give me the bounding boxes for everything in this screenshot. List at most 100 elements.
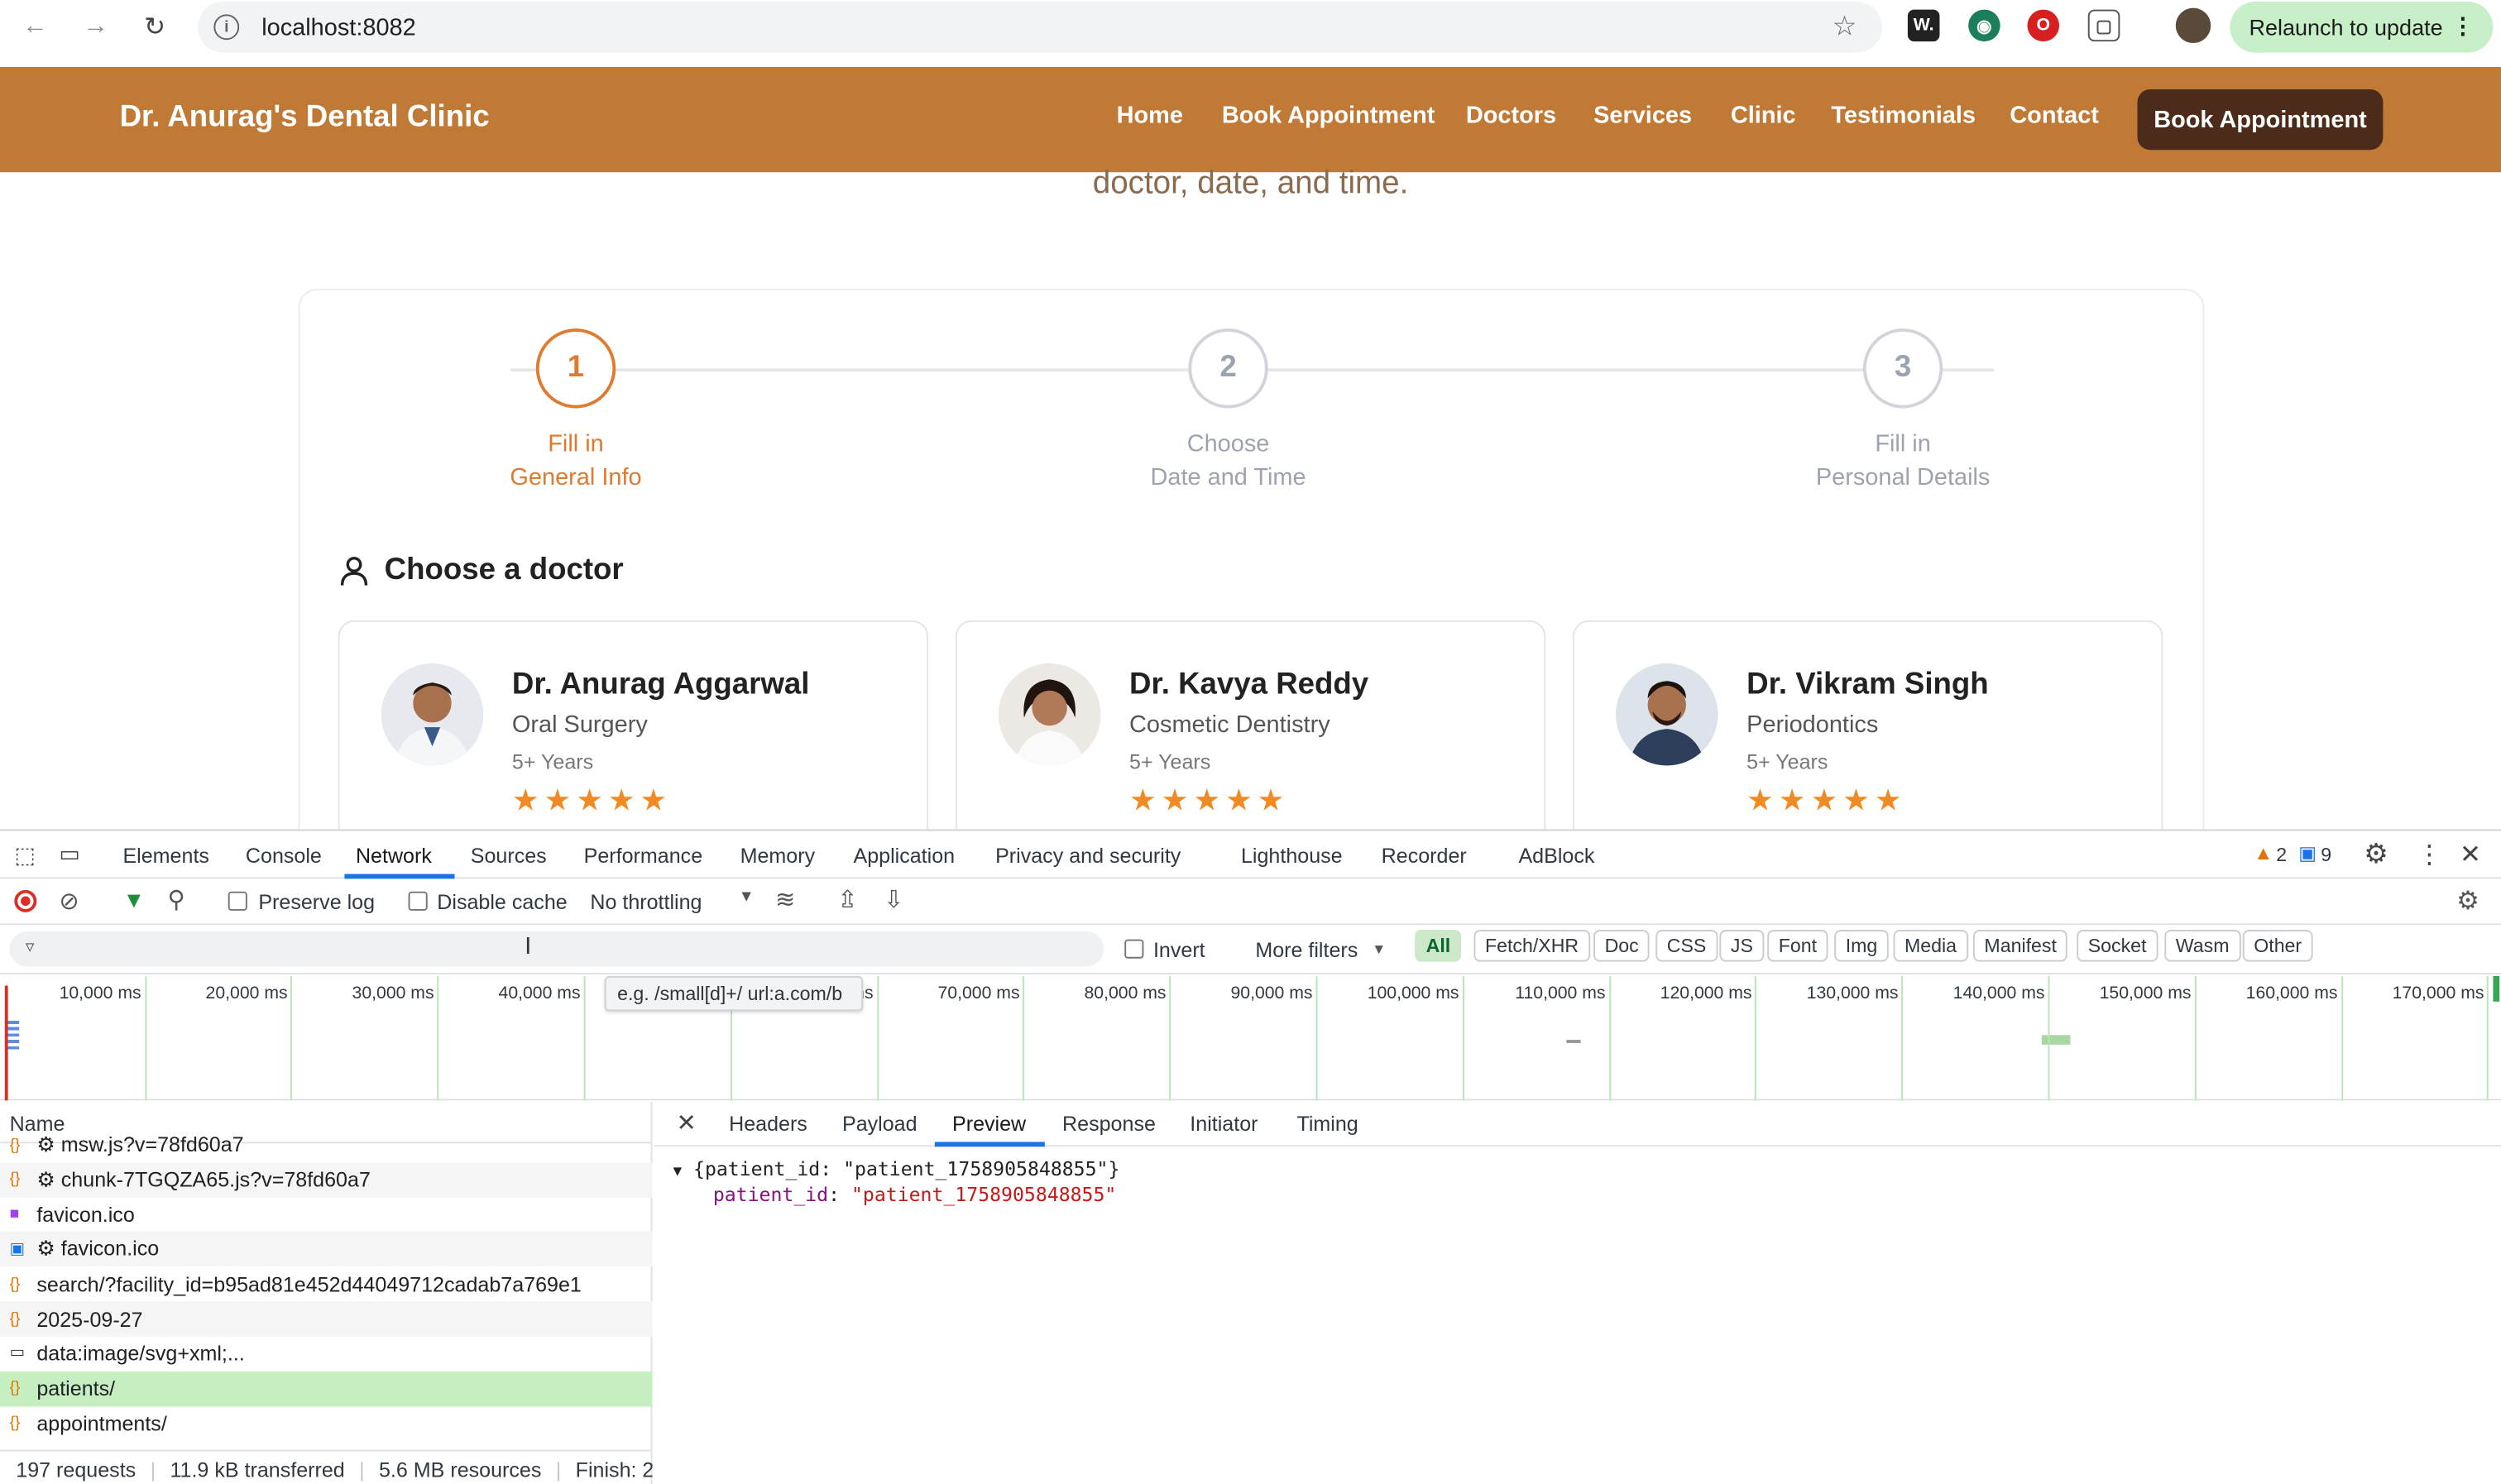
more-options-icon[interactable]: ⋮ [2417,839,2442,871]
back-icon[interactable]: ← [16,8,54,46]
filter-media[interactable]: Media [1893,930,1968,962]
nav-doctors[interactable]: Doctors [1466,102,1556,129]
request-row[interactable]: ▭ data:image/svg+xml;... [0,1336,653,1371]
filter-font[interactable]: Font [1767,930,1828,962]
filter-js[interactable]: JS [1719,930,1765,962]
tab-memory[interactable]: Memory [740,844,816,868]
close-icon[interactable]: ✕ [2460,839,2481,871]
step-1-circle: 1 [535,328,616,409]
clear-icon[interactable]: ⊘ [59,887,79,916]
relaunch-button[interactable]: Relaunch to update ⋮ [2230,1,2494,53]
tab-recorder[interactable]: Recorder [1382,844,1467,868]
record-icon[interactable] [14,889,37,912]
settings-gear-icon[interactable]: ⚙ [2364,839,2388,871]
tab-sources[interactable]: Sources [471,844,547,868]
tab-performance[interactable]: Performance [584,844,702,868]
request-row[interactable]: ▣ ⚙ favicon.ico [0,1232,653,1267]
finish-time: Finish: 2. [575,1457,653,1482]
warning-icon[interactable]: ▲ [2254,842,2273,864]
request-row[interactable]: {} ⚙ chunk-7TGQZA65.js?v=78fd60a7 [0,1162,653,1198]
json-object-summary[interactable]: ▼ {patient_id: "patient_1758905848855"} [673,1158,1120,1180]
site-brand[interactable]: Dr. Anurag's Dental Clinic [120,100,490,135]
expand-triangle-icon: ▼ [673,1164,683,1180]
filter-img[interactable]: Img [1834,930,1889,962]
network-overview-timeline[interactable]: 10,000 ms20,000 ms30,000 ms40,000 ms50,0… [0,975,2501,1101]
forward-icon[interactable]: → [77,8,115,46]
filter-tooltip: e.g. /small[d]+/ url:a.com/b [604,975,864,1012]
extensions-puzzle-icon[interactable]: ▢ [2087,9,2120,42]
request-row[interactable]: {} search/?facility_id=b95ad81e452d440497… [0,1266,653,1301]
network-conditions-icon[interactable]: ≋ [775,885,795,914]
extension-wordpress-icon[interactable]: ◉ [1968,9,2000,42]
disable-cache-checkbox[interactable] [408,891,428,911]
nav-home[interactable]: Home [1117,102,1183,129]
tab-application[interactable]: Application [853,844,955,868]
filter-all[interactable]: All [1415,930,1462,962]
address-bar[interactable]: i localhost:8082 ☆ [198,1,1883,53]
timeline-gridline [1169,975,1171,1101]
filter-input[interactable]: ▿ I [9,931,1104,967]
tab-privacy-security[interactable]: Privacy and security [995,844,1181,868]
filter-fetch-xhr[interactable]: Fetch/XHR [1473,930,1590,962]
bookmark-star-icon[interactable]: ☆ [1833,11,1857,43]
timeline-gridline [2048,975,2050,1101]
doctor-card[interactable]: Dr. Kavya Reddy Cosmetic Dentistry 5+ Ye… [955,620,1546,860]
choose-doctor-heading: Choose a doctor [340,553,624,588]
request-row[interactable]: {} ⚙ msw.js?v=78fd60a7 [0,1127,653,1162]
tab-console[interactable]: Console [246,844,322,868]
extension-w-icon[interactable]: W. [1907,9,1940,42]
nav-clinic[interactable]: Clinic [1731,102,1796,129]
message-icon[interactable]: ▣ [2298,842,2317,864]
request-row[interactable]: ■ favicon.ico [0,1197,653,1232]
filter-wasm[interactable]: Wasm [2164,930,2240,962]
filter-css[interactable]: CSS [1655,930,1718,962]
tab-adblock[interactable]: AdBlock [1518,844,1594,868]
filter-doc[interactable]: Doc [1593,930,1651,962]
star-icon: ★ [1874,784,1902,819]
star-icon: ★ [640,784,668,819]
import-har-icon[interactable]: ⇫ [837,885,857,914]
tab-initiator[interactable]: Initiator [1190,1112,1258,1136]
network-settings-icon[interactable]: ⚙ [2456,885,2479,917]
nav-book-appointment[interactable]: Book Appointment [1222,102,1435,129]
doctor-card[interactable]: Dr. Anurag Aggarwal Oral Surgery 5+ Year… [338,620,929,860]
tab-preview[interactable]: Preview [952,1112,1026,1136]
filter-manifest[interactable]: Manifest [1972,930,2068,962]
timeline-tick-label: 120,000 ms [1660,984,1752,1003]
request-row[interactable]: {} appointments/ [0,1405,653,1440]
tab-elements[interactable]: Elements [122,844,209,868]
doctor-card[interactable]: Dr. Vikram Singh Periodontics 5+ Years ★… [1573,620,2163,860]
request-row[interactable]: {} 2025-09-27 [0,1301,653,1337]
nav-contact[interactable]: Contact [2010,102,2099,129]
json-property[interactable]: patient_id: "patient_1758905848855" [713,1184,1117,1206]
nav-testimonials[interactable]: Testimonials [1831,102,1976,129]
timeline-handle[interactable] [2493,975,2500,1002]
search-icon[interactable]: ⚲ [167,885,184,914]
tab-timing[interactable]: Timing [1296,1112,1358,1136]
site-info-icon[interactable]: i [213,14,240,41]
book-appointment-button[interactable]: Book Appointment [2137,89,2384,151]
active-tab-indicator [344,874,455,879]
filter-socket[interactable]: Socket [2077,930,2158,962]
export-har-icon[interactable]: ⇩ [884,885,903,914]
tab-lighthouse[interactable]: Lighthouse [1241,844,1343,868]
nav-services[interactable]: Services [1593,102,1692,129]
filter-other[interactable]: Other [2242,930,2313,962]
filter-icon[interactable]: ▼ [122,887,145,912]
tab-network[interactable]: Network [356,844,432,868]
tab-payload[interactable]: Payload [842,1112,918,1136]
tab-response[interactable]: Response [1062,1112,1156,1136]
invert-checkbox[interactable] [1124,939,1144,959]
request-row[interactable]: {} patients/ [0,1371,653,1406]
tab-headers[interactable]: Headers [729,1112,807,1136]
throttling-select[interactable]: No throttling [590,890,702,914]
reload-icon[interactable]: ↻ [136,8,174,46]
close-detail-icon[interactable]: ✕ [676,1108,696,1137]
more-filters-dropdown[interactable]: More filters [1255,938,1358,962]
extension-opera-icon[interactable]: O [2027,9,2060,42]
disable-cache-label: Disable cache [437,889,568,914]
preserve-log-checkbox[interactable] [228,891,247,911]
profile-avatar[interactable] [2175,7,2211,44]
device-toolbar-icon[interactable]: ▭ [59,840,80,868]
inspect-element-icon[interactable]: ⬚ [14,842,36,869]
